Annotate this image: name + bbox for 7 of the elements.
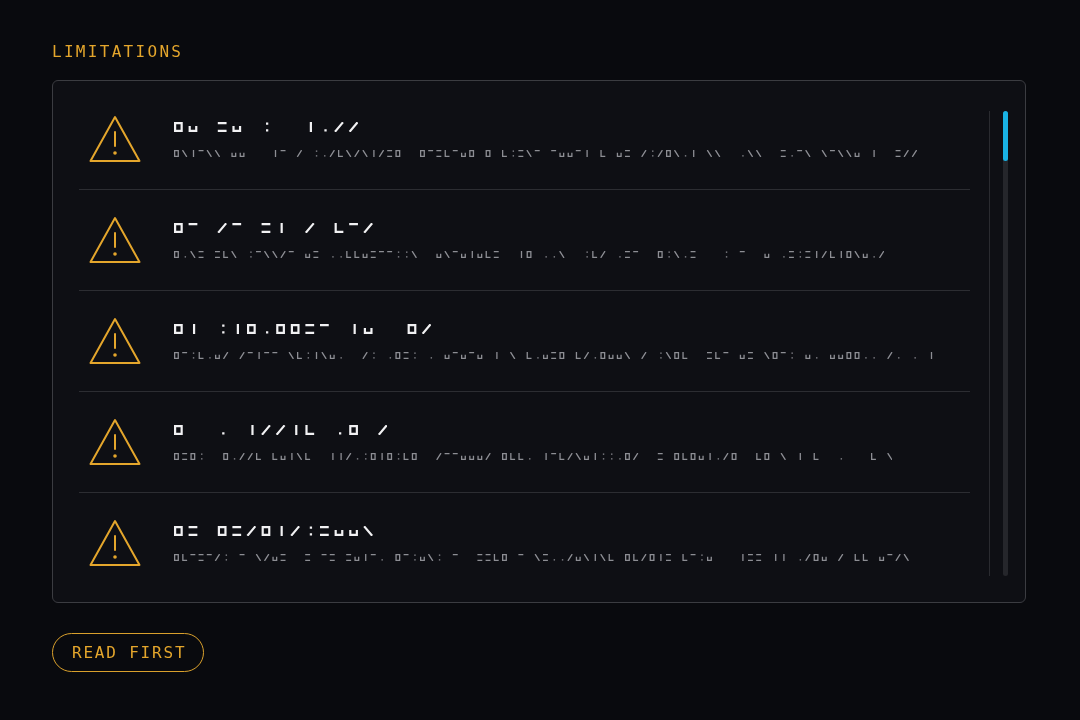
warning-icon (89, 216, 141, 264)
warning-icon (89, 418, 141, 466)
warning-icon (89, 115, 141, 163)
warning-icon (89, 519, 141, 567)
section-heading: LIMITATIONS (52, 42, 185, 62)
scrollbar-thumb[interactable] (1003, 111, 1008, 161)
warning-icon (89, 317, 141, 365)
